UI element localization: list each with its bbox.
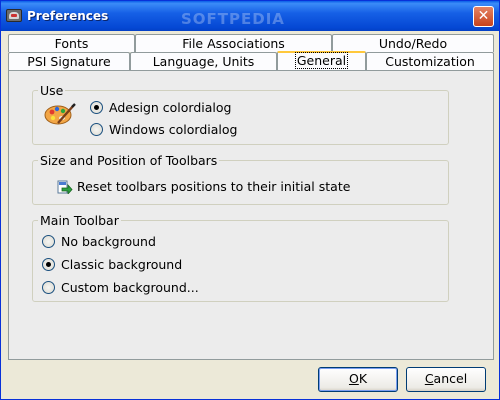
close-button[interactable]: ✕	[473, 6, 494, 27]
watermark: SOFTPEDIA	[181, 10, 285, 28]
custom-background-option[interactable]: Custom background...	[42, 280, 199, 295]
ok-mnemonic: O	[348, 371, 359, 386]
palette-icon	[44, 103, 76, 125]
tab-general[interactable]: General	[277, 51, 366, 70]
window-title: Preferences	[27, 9, 109, 23]
no-background-option[interactable]: No background	[42, 234, 156, 249]
tab-label: Undo/Redo	[378, 36, 448, 51]
group-title: Main Toolbar	[38, 213, 121, 228]
tab-label: File Associations	[182, 36, 285, 51]
adesign-colordialog-option[interactable]: Adesign colordialog	[90, 100, 231, 115]
radio-button[interactable]	[90, 123, 103, 136]
option-label: No background	[61, 234, 156, 249]
radio-button[interactable]	[42, 235, 55, 248]
reset-arrow-icon	[57, 180, 73, 194]
reset-label: Reset toolbars positions to their initia…	[77, 179, 351, 194]
tab-undo-redo[interactable]: Undo/Redo	[332, 34, 494, 52]
tab-language-units[interactable]: Language, Units	[130, 52, 277, 70]
title-bar[interactable]: Preferences SOFTPEDIA ✕	[1, 1, 499, 31]
tab-label: Customization	[385, 54, 475, 69]
group-title: Size and Position of Toolbars	[38, 153, 220, 168]
option-label: Windows colordialog	[109, 122, 238, 137]
tab-customization[interactable]: Customization	[366, 52, 494, 70]
radio-button[interactable]	[42, 258, 55, 271]
tab-label: Language, Units	[152, 54, 255, 69]
classic-background-option[interactable]: Classic background	[42, 257, 182, 272]
option-label: Classic background	[61, 257, 183, 272]
cancel-mnemonic: C	[424, 371, 434, 386]
toolbars-group: Size and Position of Toolbars Reset tool…	[32, 153, 449, 205]
tab-label: Fonts	[54, 36, 89, 51]
radio-button[interactable]	[90, 101, 103, 114]
tab-file-associations[interactable]: File Associations	[135, 34, 332, 52]
reset-toolbars-link[interactable]: Reset toolbars positions to their initia…	[57, 179, 350, 194]
radio-button[interactable]	[42, 281, 55, 294]
ok-button[interactable]: OK	[318, 367, 398, 392]
tab-label: PSI Signature	[27, 54, 111, 69]
windows-colordialog-option[interactable]: Windows colordialog	[90, 122, 237, 137]
group-title: Use	[38, 83, 66, 98]
use-group: Use Adesign colordialog Windows colordia…	[32, 83, 449, 145]
cancel-button[interactable]: Cancel	[406, 367, 486, 392]
cancel-label-rest: ancel	[433, 371, 468, 386]
tab-fonts[interactable]: Fonts	[8, 34, 135, 52]
option-label: Adesign colordialog	[109, 100, 232, 115]
main-toolbar-group: Main Toolbar No background Classic backg…	[32, 213, 449, 302]
app-icon[interactable]	[6, 9, 22, 22]
preferences-window: Preferences SOFTPEDIA ✕ Fonts File Assoc…	[0, 0, 500, 400]
ok-label-rest: K	[358, 371, 368, 386]
option-label: Custom background...	[61, 280, 199, 295]
tab-psi-signature[interactable]: PSI Signature	[8, 52, 130, 70]
tab-label: General	[294, 52, 349, 69]
